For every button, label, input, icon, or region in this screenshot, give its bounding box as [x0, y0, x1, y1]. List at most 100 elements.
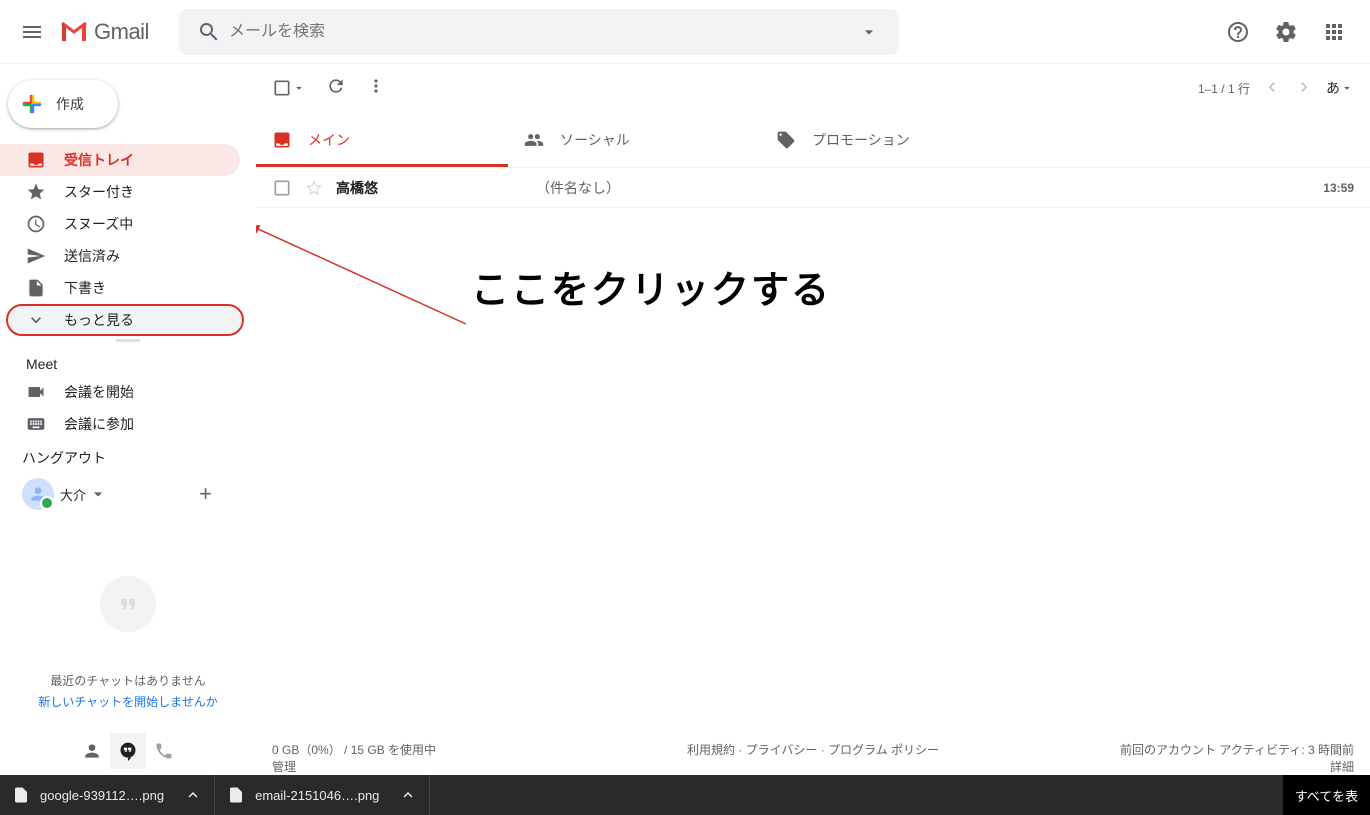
download-item-2[interactable]: email-2151046….png — [215, 775, 430, 815]
main-menu-button[interactable] — [8, 8, 56, 56]
sidebar-footer — [0, 727, 256, 775]
keyboard-icon — [26, 414, 46, 434]
plus-icon — [20, 92, 44, 116]
gmail-logo-icon — [60, 21, 88, 43]
refresh-button[interactable] — [326, 76, 346, 101]
search-options-button[interactable] — [849, 12, 889, 52]
caret-down-icon — [292, 78, 306, 98]
more-vert-icon — [366, 76, 386, 96]
hangouts-icon — [118, 741, 138, 761]
help-button[interactable] — [1218, 12, 1258, 52]
last-activity-text: 前回のアカウント アクティビティ: 3 時間前 — [993, 741, 1354, 758]
pagination-text: 1–1 / 1 行 — [1198, 80, 1250, 97]
select-all-checkbox[interactable] — [272, 78, 306, 98]
star-icon — [26, 182, 46, 202]
nav-list: 受信トレイ スター付き スヌーズ中 送信済み 下書き もっと見る — [0, 144, 256, 336]
download-filename-2: email-2151046….png — [255, 788, 379, 803]
nav-inbox[interactable]: 受信トレイ — [0, 144, 240, 176]
people-icon — [524, 130, 544, 150]
settings-button[interactable] — [1266, 12, 1306, 52]
chevron-left-icon — [1262, 77, 1282, 97]
hangouts-empty: 最近のチャットはありません 新しいチャットを開始しませんか — [0, 516, 256, 710]
footer-contacts[interactable] — [74, 733, 110, 769]
hangouts-start-chat-link[interactable]: 新しいチャットを開始しませんか — [0, 693, 256, 710]
meet-list: 会議を開始 会議に参加 — [0, 376, 256, 440]
sidebar-collapse-handle[interactable] — [0, 336, 256, 344]
download-item-1[interactable]: google-939112….png — [0, 775, 215, 815]
compose-label: 作成 — [56, 94, 84, 114]
activity-details-link[interactable]: 詳細 — [993, 758, 1354, 775]
meet-join-label: 会議に参加 — [64, 414, 134, 434]
tab-promotions[interactable]: プロモーション — [760, 112, 1012, 167]
footer-policies[interactable]: 利用規約 · プライバシー · プログラム ポリシー — [633, 741, 994, 775]
quote-icon — [100, 576, 156, 632]
email-row[interactable]: 高橋悠 （件名なし） 13:59 — [256, 168, 1370, 208]
gmail-logo[interactable]: Gmail — [60, 19, 149, 45]
chevron-up-icon[interactable] — [399, 786, 417, 804]
next-page-button[interactable] — [1294, 77, 1314, 100]
prev-page-button[interactable] — [1262, 77, 1282, 100]
hangouts-user-row[interactable]: 大介 + — [0, 472, 256, 516]
chevron-down-icon — [26, 310, 46, 330]
nav-inbox-label: 受信トレイ — [64, 150, 134, 170]
nav-more[interactable]: もっと見る — [6, 304, 244, 336]
star-outline-icon[interactable] — [304, 178, 324, 198]
new-hangout-button[interactable]: + — [199, 481, 234, 507]
main-content: 1–1 / 1 行 あ メイン ソーシャル プロモーション 高橋悠 — [256, 64, 1370, 775]
gear-icon — [1274, 20, 1298, 44]
draft-icon — [26, 278, 46, 298]
inbox-icon — [26, 150, 46, 170]
send-icon — [26, 246, 46, 266]
tab-social-label: ソーシャル — [560, 130, 630, 150]
meet-join[interactable]: 会議に参加 — [0, 408, 240, 440]
input-language-button[interactable]: あ — [1326, 78, 1354, 98]
apps-button[interactable] — [1314, 12, 1354, 52]
footer-hangouts[interactable] — [110, 733, 146, 769]
hangouts-username: 大介 — [60, 485, 86, 504]
nav-sent-label: 送信済み — [64, 246, 120, 266]
tab-social[interactable]: ソーシャル — [508, 112, 760, 167]
show-all-downloads-button[interactable]: すべてを表 — [1283, 775, 1370, 815]
download-filename-1: google-939112….png — [40, 788, 164, 803]
video-icon — [26, 382, 46, 402]
image-file-icon — [12, 786, 30, 804]
annotation-text: ここをクリックする — [471, 259, 831, 314]
meet-start[interactable]: 会議を開始 — [0, 376, 240, 408]
nav-drafts[interactable]: 下書き — [0, 272, 240, 304]
apps-grid-icon — [1322, 20, 1346, 44]
search-bar[interactable] — [179, 9, 899, 55]
footer-phone[interactable] — [146, 733, 182, 769]
gmail-logo-text: Gmail — [94, 19, 149, 45]
storage-text: 0 GB（0%） / 15 GB を使用中 — [272, 741, 633, 758]
checkbox-icon[interactable] — [272, 178, 292, 198]
nav-starred[interactable]: スター付き — [0, 176, 240, 208]
sidebar: 作成 受信トレイ スター付き スヌーズ中 送信済み 下書き — [0, 64, 256, 775]
chevron-right-icon — [1294, 77, 1314, 97]
footer-info: 0 GB（0%） / 15 GB を使用中 管理 利用規約 · プライバシー ·… — [256, 725, 1370, 775]
email-time: 13:59 — [1323, 181, 1354, 195]
refresh-icon — [326, 76, 346, 96]
meet-section-title: Meet — [0, 344, 256, 376]
storage-manage-link[interactable]: 管理 — [272, 758, 633, 775]
meet-start-label: 会議を開始 — [64, 382, 134, 402]
nav-sent[interactable]: 送信済み — [0, 240, 240, 272]
toolbar: 1–1 / 1 行 あ — [256, 64, 1370, 112]
hamburger-icon — [20, 20, 44, 44]
nav-snoozed-label: スヌーズ中 — [64, 214, 133, 234]
tab-promotions-label: プロモーション — [812, 130, 910, 150]
user-avatar — [22, 478, 54, 510]
category-tabs: メイン ソーシャル プロモーション — [256, 112, 1370, 168]
nav-snoozed[interactable]: スヌーズ中 — [0, 208, 240, 240]
person-icon — [82, 741, 102, 761]
chevron-up-icon[interactable] — [184, 786, 202, 804]
hangouts-empty-line1: 最近のチャットはありません — [0, 672, 256, 689]
compose-button[interactable]: 作成 — [8, 80, 118, 128]
nav-more-label: もっと見る — [64, 310, 134, 330]
inbox-icon — [272, 130, 292, 150]
nav-starred-label: スター付き — [64, 182, 134, 202]
search-icon[interactable] — [189, 12, 229, 52]
more-actions-button[interactable] — [366, 76, 386, 101]
nav-drafts-label: 下書き — [64, 278, 106, 298]
tab-primary[interactable]: メイン — [256, 112, 508, 167]
search-input[interactable] — [229, 23, 849, 41]
